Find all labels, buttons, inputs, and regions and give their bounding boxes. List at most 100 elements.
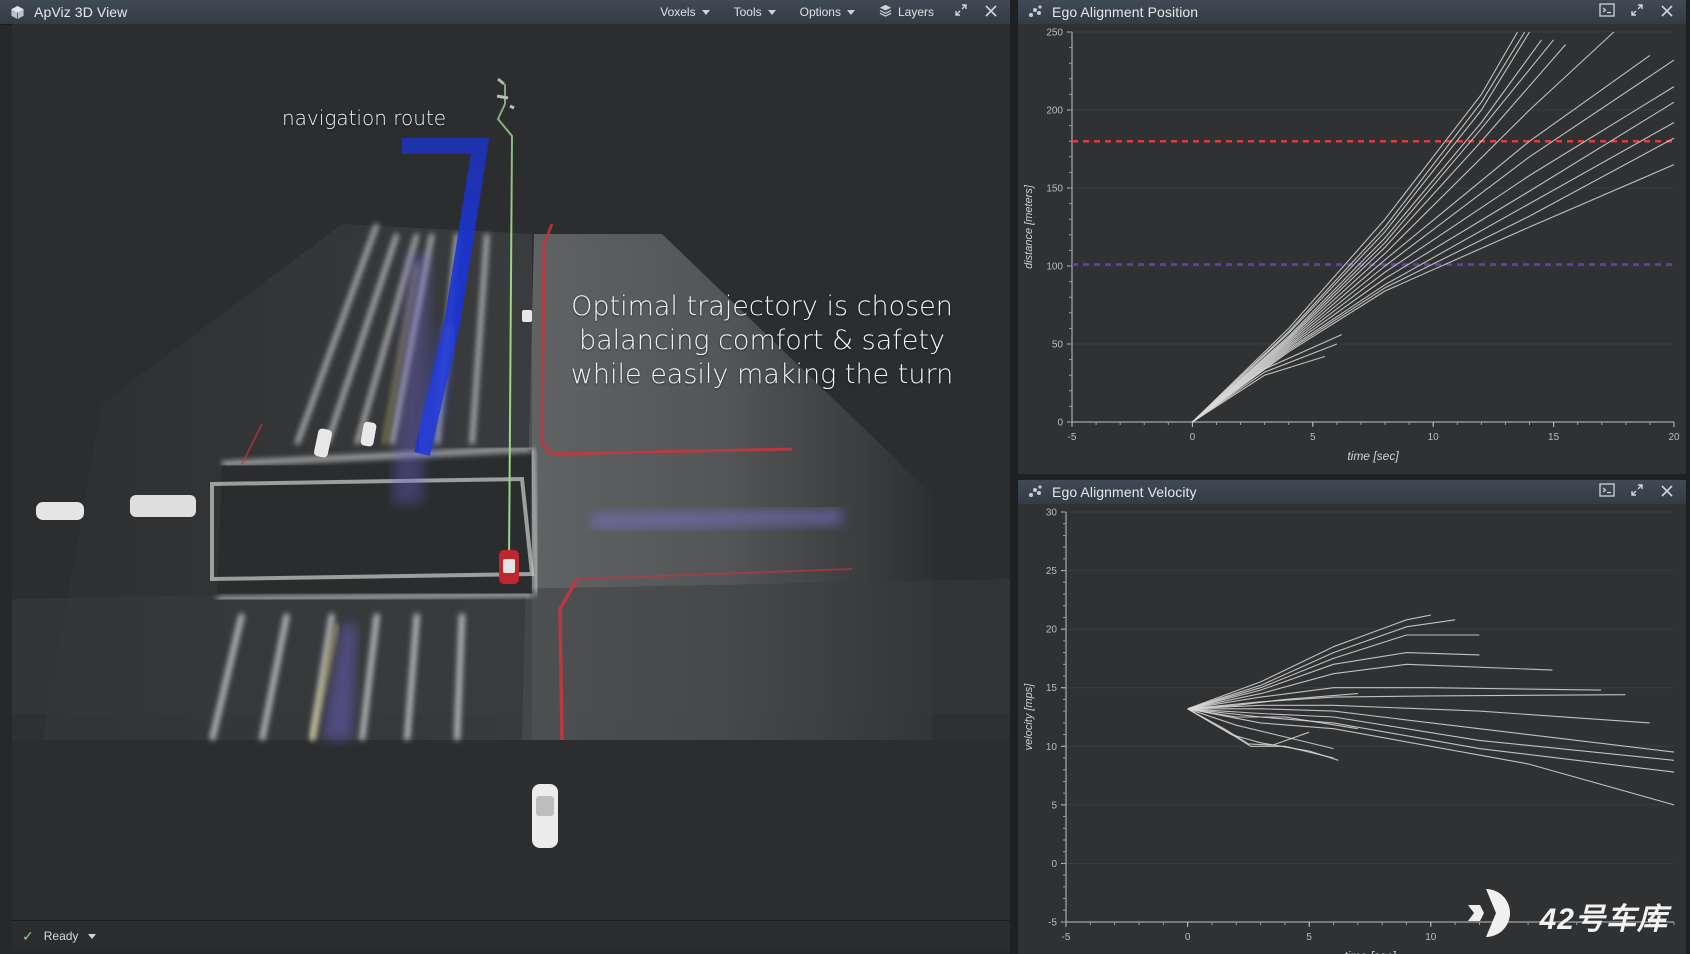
position-x-tick-label: 20	[1668, 432, 1680, 443]
velocity-maximize-button[interactable]	[1624, 481, 1650, 503]
caption-line-2: balancing comfort & safety	[579, 325, 945, 356]
status-text: Ready	[43, 929, 79, 943]
cube-icon	[6, 1, 28, 23]
tools-menu-label: Tools	[733, 5, 762, 19]
scene-render	[12, 24, 1010, 920]
trajectory-caption: Optimal trajectory is chosen balancing c…	[532, 290, 992, 392]
voxels-menu-label: Voxels	[660, 5, 696, 19]
layers-menu[interactable]: Layers	[869, 1, 944, 23]
viewer-menubar: Voxels Tools Options Layers	[646, 0, 1010, 24]
options-menu[interactable]: Options	[790, 1, 865, 23]
velocity-trajectory-line	[1187, 704, 1650, 724]
viewer-title: ApViz 3D View	[34, 4, 128, 20]
expand-icon	[1630, 483, 1644, 501]
velocity-x-tick-label: 5	[1306, 932, 1312, 943]
velocity-y-tick-label: -5	[1048, 918, 1057, 929]
position-y-axis-label: distance [meters]	[1023, 184, 1035, 269]
velocity-title: Ego Alignment Velocity	[1052, 484, 1197, 500]
position-close-button[interactable]	[1654, 1, 1680, 23]
position-x-tick-label: 5	[1310, 432, 1316, 443]
position-titlebar: Ego Alignment Position	[1018, 0, 1686, 25]
terminal-icon	[1599, 3, 1615, 21]
position-y-tick-label: 0	[1057, 418, 1063, 429]
velocity-y-axis-label: velocity [mps]	[1023, 683, 1035, 751]
position-window-controls	[1590, 0, 1686, 24]
position-trajectory-line	[1192, 334, 1342, 423]
velocity-titlebar: Ego Alignment Velocity	[1018, 480, 1686, 505]
velocity-x-axis-label: time [sec]	[1344, 949, 1396, 954]
position-y-tick-label: 50	[1052, 340, 1064, 351]
position-console-button[interactable]	[1594, 1, 1620, 23]
3d-viewport[interactable]: navigation route Optimal trajectory is c…	[12, 24, 1010, 920]
position-x-axis-label: time [sec]	[1347, 449, 1399, 463]
velocity-y-tick-label: 20	[1046, 625, 1058, 636]
velocity-y-tick-label: 25	[1046, 566, 1058, 577]
chevron-down-icon	[701, 9, 710, 15]
velocity-y-tick-label: 15	[1046, 683, 1058, 694]
expand-icon	[1630, 3, 1644, 21]
status-dropdown-button[interactable]	[88, 933, 97, 939]
ego-alignment-velocity-panel: Ego Alignment Velocity -5 0 5 10 15 20 25 30 -5 0…	[1018, 480, 1686, 954]
position-trajectory-line	[1192, 31, 1518, 423]
tools-menu[interactable]: Tools	[724, 1, 786, 23]
scatter-chart-icon	[1024, 1, 1046, 23]
watermark: 42号车库	[1466, 885, 1668, 946]
watermark-text: 42号车库	[1539, 902, 1668, 936]
chevron-down-icon	[767, 9, 776, 15]
scatter-chart-icon	[1024, 481, 1046, 503]
velocity-trajectory-line	[1187, 708, 1675, 753]
position-x-tick-label: -5	[1068, 432, 1077, 443]
terminal-icon	[1599, 483, 1615, 501]
velocity-trajectory-line	[1187, 708, 1675, 773]
ego-alignment-position-panel: Ego Alignment Position 0 50 100 150 200 250 -5…	[1018, 0, 1686, 474]
velocity-trajectory-line	[1187, 652, 1480, 710]
voxels-menu[interactable]: Voxels	[650, 1, 719, 23]
position-trajectory-line	[1192, 31, 1530, 423]
velocity-y-tick-label: 10	[1046, 742, 1058, 753]
close-icon	[1661, 4, 1673, 21]
position-maximize-button[interactable]	[1624, 1, 1650, 23]
position-x-tick-label: 15	[1548, 432, 1560, 443]
velocity-x-tick-label: 10	[1425, 932, 1437, 943]
velocity-x-tick-label: 0	[1185, 932, 1191, 943]
position-title: Ego Alignment Position	[1052, 4, 1199, 20]
velocity-trajectory-line	[1187, 663, 1553, 710]
caption-line-1: Optimal trajectory is chosen	[571, 291, 953, 322]
position-y-tick-label: 200	[1046, 106, 1063, 117]
velocity-console-button[interactable]	[1594, 481, 1620, 503]
options-menu-label: Options	[799, 5, 841, 19]
position-chart[interactable]: 0 50 100 150 200 250 -5 0 5 10 15 20 time [sec] dista…	[1018, 24, 1686, 474]
chevron-down-icon	[846, 9, 855, 15]
position-y-tick-label: 150	[1046, 184, 1063, 195]
position-y-tick-label: 100	[1046, 262, 1063, 273]
check-icon: ✓	[22, 927, 34, 944]
navigation-route-label: navigation route	[282, 106, 447, 130]
ego-car	[499, 550, 519, 584]
position-trajectory-line	[1192, 31, 1526, 423]
velocity-y-tick-label: 5	[1051, 800, 1057, 811]
layers-menu-label: Layers	[897, 5, 934, 19]
viewer-titlebar: ApViz 3D View Voxels Tools Options Layer…	[0, 0, 1010, 25]
velocity-x-tick-label: -5	[1062, 932, 1071, 943]
velocity-window-controls	[1590, 480, 1686, 504]
close-icon	[985, 4, 997, 21]
position-x-tick-label: 0	[1190, 432, 1196, 443]
position-trajectory-line	[1192, 164, 1675, 423]
brand-logo-icon	[1466, 885, 1530, 946]
status-bar: ✓ Ready	[12, 920, 1010, 951]
velocity-trajectory-line	[1187, 694, 1626, 710]
caption-line-3: while easily making the turn	[570, 359, 954, 390]
position-y-tick-label: 250	[1046, 28, 1063, 39]
viewer-maximize-button[interactable]	[948, 1, 974, 23]
expand-icon	[954, 3, 968, 21]
layers-icon	[879, 4, 892, 20]
velocity-close-button[interactable]	[1654, 481, 1680, 503]
position-chart-svg: 0 50 100 150 200 250 -5 0 5 10 15 20 time [sec] dista…	[1023, 28, 1680, 464]
position-trajectory-line	[1192, 122, 1675, 423]
velocity-y-tick-label: 30	[1046, 508, 1058, 519]
viewer-close-button[interactable]	[978, 1, 1004, 23]
apviz-3d-view-panel: ApViz 3D View Voxels Tools Options Layer…	[0, 0, 1010, 954]
close-icon	[1661, 484, 1673, 501]
position-trajectory-line	[1192, 101, 1675, 423]
position-x-tick-label: 10	[1428, 432, 1440, 443]
